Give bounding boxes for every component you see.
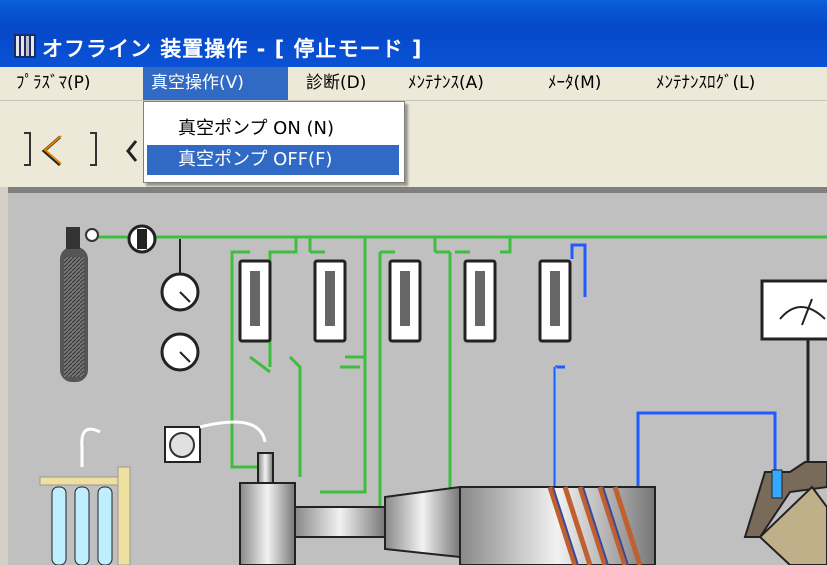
bracket-right-icon[interactable] (90, 132, 97, 166)
bracket-left-icon[interactable] (24, 132, 31, 166)
window-titlebar[interactable]: オフライン 装置操作 - [ 停止モード ] (0, 0, 827, 67)
menu-maintenance-log[interactable]: ﾒﾝﾃﾅﾝｽﾛｸﾞ(L) (648, 67, 763, 100)
vacuum-menu-dropdown: 真空ポンプ ON (N) 真空ポンプ OFF(F) (143, 101, 405, 183)
toolbar-nav-icons (24, 132, 138, 167)
back-arrow-icon-2[interactable] (126, 140, 138, 162)
menu-plasma[interactable]: ﾌﾟﾗｽﾞﾏ(P) (8, 67, 99, 100)
menu-diagnosis[interactable]: 診断(D) (298, 67, 374, 100)
menu-meter[interactable]: ﾒｰﾀ(M) (540, 67, 609, 100)
back-arrow-icon[interactable] (41, 135, 62, 167)
app-icon (14, 34, 36, 58)
menu-vacuum[interactable]: 真空操作(V) (143, 67, 288, 100)
valve-icon[interactable] (127, 224, 157, 254)
menu-item-vacuum-pump-on[interactable]: 真空ポンプ ON (N) (147, 114, 399, 144)
window-title: オフライン 装置操作 - [ 停止モード ] (42, 37, 423, 61)
menu-item-vacuum-pump-off[interactable]: 真空ポンプ OFF(F) (147, 145, 399, 175)
toolbar (0, 101, 827, 187)
menu-maintenance[interactable]: ﾒﾝﾃﾅﾝｽ(A) (400, 67, 492, 100)
menu-bar: ﾌﾟﾗｽﾞﾏ(P) 真空操作(V) 診断(D) ﾒﾝﾃﾅﾝｽ(A) ﾒｰﾀ(M)… (0, 67, 827, 101)
process-diagram (0, 187, 827, 565)
